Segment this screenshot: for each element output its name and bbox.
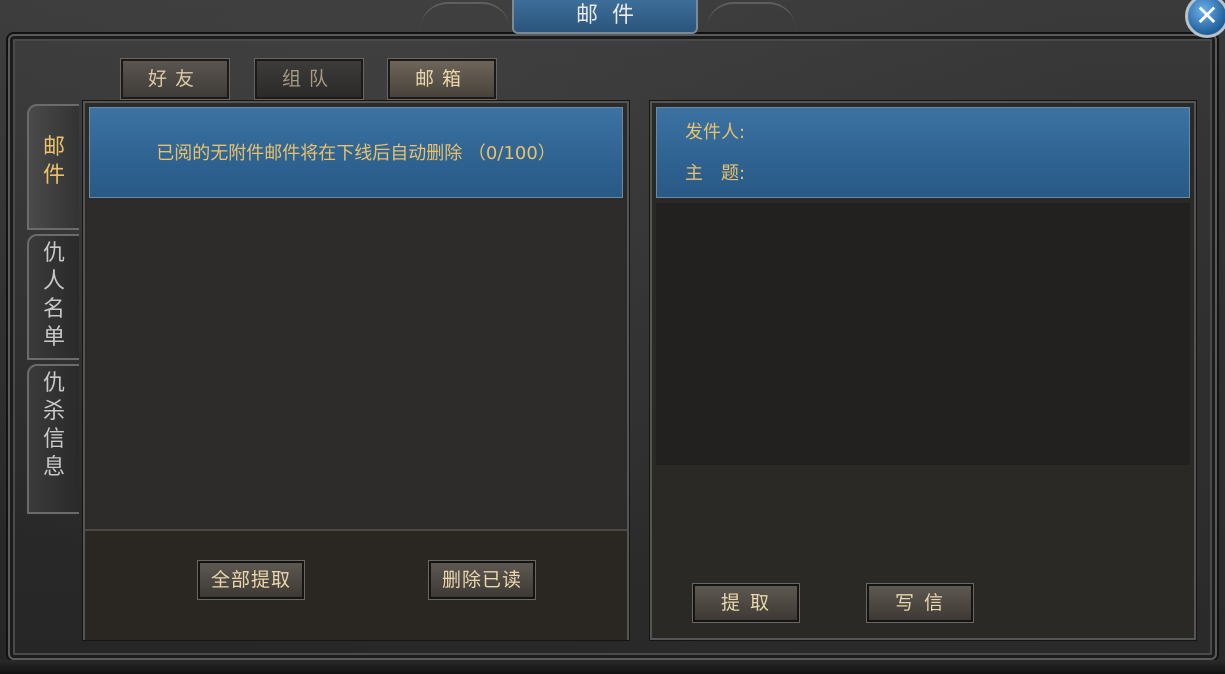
close-icon: ✕ [1195,0,1219,32]
mail-window: 邮件 ✕ 好友 组队 邮箱 邮件 仇人名单 仇杀信息 已阅的无附件邮件将在下线后… [0,0,1225,674]
bottom-strip [0,660,1225,674]
title-ornament-right [706,2,796,30]
compose-button[interactable]: 写信 [866,583,974,623]
window-title-tab: 邮件 [512,0,698,34]
mail-detail-header: 发件人: 主 题: [656,107,1190,198]
mail-body[interactable] [656,203,1190,465]
side-tab-kill-info-label: 仇杀信息 [42,371,65,480]
mail-list[interactable] [89,200,623,527]
mail-list-notice: 已阅的无附件邮件将在下线后自动删除 （0/100） [89,107,623,198]
delete-read-button[interactable]: 删除已读 [428,560,536,600]
side-tab-mail-label: 邮件 [42,135,65,188]
subject-label: 主 题: [685,163,746,184]
mail-list-panel: 已阅的无附件邮件将在下线后自动删除 （0/100） 全部提取 删除已读 [82,100,630,641]
close-button[interactable]: ✕ [1185,0,1225,38]
side-tab-kill-info[interactable]: 仇杀信息 [27,364,79,514]
sender-label: 发件人: [685,122,746,143]
side-tab-mail[interactable]: 邮件 [27,104,79,230]
collect-button[interactable]: 提取 [692,583,800,623]
tab-mailbox[interactable]: 邮箱 [387,58,497,100]
side-tab-enemies[interactable]: 仇人名单 [27,234,79,360]
collect-all-button[interactable]: 全部提取 [197,560,305,600]
tab-friends[interactable]: 好友 [120,58,230,100]
window-title: 邮件 [575,3,648,28]
mail-list-footer: 全部提取 删除已读 [85,529,627,640]
mail-detail-panel: 发件人: 主 题: 提取 写信 [649,100,1197,641]
side-tab-enemies-label: 仇人名单 [42,241,65,350]
title-ornament-left [420,2,510,30]
tab-team[interactable]: 组队 [254,58,364,100]
